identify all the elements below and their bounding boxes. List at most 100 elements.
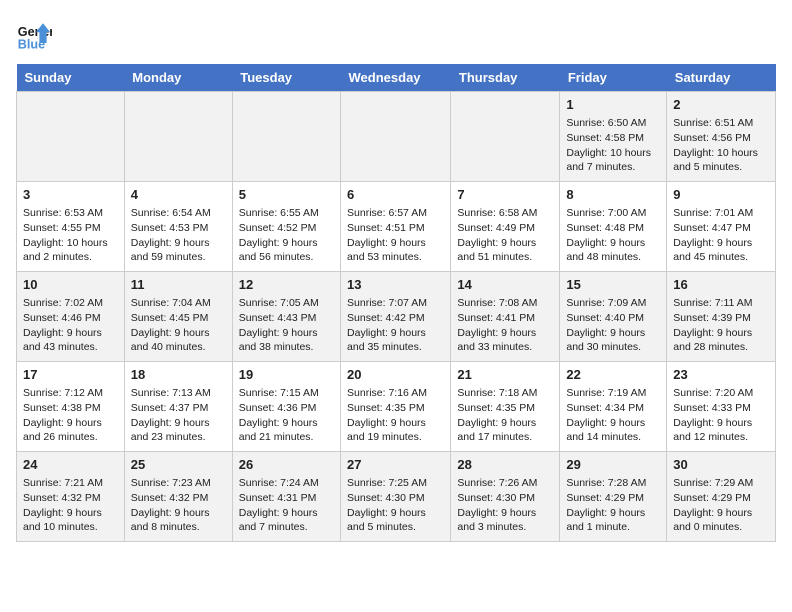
day-info: Sunrise: 7:00 AM Sunset: 4:48 PM Dayligh… (566, 206, 660, 265)
day-cell: 27 Sunrise: 7:25 AM Sunset: 4:30 PM Dayli… (341, 452, 451, 542)
day-number: 11 (131, 276, 226, 294)
day-cell (17, 92, 125, 182)
week-row-0: 1 Sunrise: 6:50 AM Sunset: 4:58 PM Daylig… (17, 92, 776, 182)
day-cell: 20 Sunrise: 7:16 AM Sunset: 4:35 PM Dayli… (341, 362, 451, 452)
week-row-4: 24 Sunrise: 7:21 AM Sunset: 4:32 PM Dayli… (17, 452, 776, 542)
day-info: Sunrise: 6:50 AM Sunset: 4:58 PM Dayligh… (566, 116, 660, 175)
day-info: Sunrise: 7:02 AM Sunset: 4:46 PM Dayligh… (23, 296, 118, 355)
weekday-thursday: Thursday (451, 64, 560, 92)
day-number: 1 (566, 96, 660, 114)
weekday-friday: Friday (560, 64, 667, 92)
day-cell: 19Sunrise: 7:15 AM Sunset: 4:36 PM Dayli… (232, 362, 340, 452)
day-cell: 12Sunrise: 7:05 AM Sunset: 4:43 PM Dayli… (232, 272, 340, 362)
day-number: 29 (566, 456, 660, 474)
day-cell: 10 Sunrise: 7:02 AM Sunset: 4:46 PM Dayli… (17, 272, 125, 362)
day-info: Sunrise: 6:57 AM Sunset: 4:51 PM Dayligh… (347, 206, 444, 265)
day-cell: 26 Sunrise: 7:24 AM Sunset: 4:31 PM Dayli… (232, 452, 340, 542)
day-info: Sunrise: 7:18 AM Sunset: 4:35 PM Dayligh… (457, 386, 553, 445)
day-info: Sunrise: 7:20 AM Sunset: 4:33 PM Dayligh… (673, 386, 769, 445)
day-info: Sunrise: 6:53 AM Sunset: 4:55 PM Dayligh… (23, 206, 118, 265)
calendar-table: SundayMondayTuesdayWednesdayThursdayFrid… (16, 64, 776, 542)
day-info: Sunrise: 7:26 AM Sunset: 4:30 PM Dayligh… (457, 476, 553, 535)
day-cell: 3 Sunrise: 6:53 AM Sunset: 4:55 PM Daylig… (17, 182, 125, 272)
day-info: Sunrise: 7:24 AM Sunset: 4:31 PM Dayligh… (239, 476, 334, 535)
day-number: 3 (23, 186, 118, 204)
day-cell (341, 92, 451, 182)
day-info: Sunrise: 7:08 AM Sunset: 4:41 PM Dayligh… (457, 296, 553, 355)
day-cell: 28 Sunrise: 7:26 AM Sunset: 4:30 PM Dayli… (451, 452, 560, 542)
day-cell: 7 Sunrise: 6:58 AM Sunset: 4:49 PM Daylig… (451, 182, 560, 272)
day-info: Sunrise: 6:54 AM Sunset: 4:53 PM Dayligh… (131, 206, 226, 265)
day-cell: 6Sunrise: 6:57 AM Sunset: 4:51 PM Daylig… (341, 182, 451, 272)
weekday-tuesday: Tuesday (232, 64, 340, 92)
day-info: Sunrise: 7:25 AM Sunset: 4:30 PM Dayligh… (347, 476, 444, 535)
day-number: 13 (347, 276, 444, 294)
day-cell: 17 Sunrise: 7:12 AM Sunset: 4:38 PM Dayli… (17, 362, 125, 452)
day-number: 17 (23, 366, 118, 384)
day-cell (232, 92, 340, 182)
day-number: 10 (23, 276, 118, 294)
day-info: Sunrise: 7:23 AM Sunset: 4:32 PM Dayligh… (131, 476, 226, 535)
day-cell: 5 Sunrise: 6:55 AM Sunset: 4:52 PM Daylig… (232, 182, 340, 272)
day-number: 12 (239, 276, 334, 294)
day-number: 4 (131, 186, 226, 204)
weekday-header-row: SundayMondayTuesdayWednesdayThursdayFrid… (17, 64, 776, 92)
day-number: 28 (457, 456, 553, 474)
day-number: 25 (131, 456, 226, 474)
day-cell (124, 92, 232, 182)
day-cell: 2 Sunrise: 6:51 AM Sunset: 4:56 PM Daylig… (667, 92, 776, 182)
day-number: 26 (239, 456, 334, 474)
day-number: 2 (673, 96, 769, 114)
day-cell (451, 92, 560, 182)
day-info: Sunrise: 7:04 AM Sunset: 4:45 PM Dayligh… (131, 296, 226, 355)
day-info: Sunrise: 7:11 AM Sunset: 4:39 PM Dayligh… (673, 296, 769, 355)
day-info: Sunrise: 7:19 AM Sunset: 4:34 PM Dayligh… (566, 386, 660, 445)
day-info: Sunrise: 7:16 AM Sunset: 4:35 PM Dayligh… (347, 386, 444, 445)
week-row-3: 17 Sunrise: 7:12 AM Sunset: 4:38 PM Dayli… (17, 362, 776, 452)
day-info: Sunrise: 7:29 AM Sunset: 4:29 PM Dayligh… (673, 476, 769, 535)
day-info: Sunrise: 6:58 AM Sunset: 4:49 PM Dayligh… (457, 206, 553, 265)
day-number: 27 (347, 456, 444, 474)
day-info: Sunrise: 7:01 AM Sunset: 4:47 PM Dayligh… (673, 206, 769, 265)
day-cell: 23 Sunrise: 7:20 AM Sunset: 4:33 PM Dayli… (667, 362, 776, 452)
week-row-1: 3 Sunrise: 6:53 AM Sunset: 4:55 PM Daylig… (17, 182, 776, 272)
day-number: 8 (566, 186, 660, 204)
day-number: 15 (566, 276, 660, 294)
day-cell: 21 Sunrise: 7:18 AM Sunset: 4:35 PM Dayli… (451, 362, 560, 452)
day-cell: 25 Sunrise: 7:23 AM Sunset: 4:32 PM Dayli… (124, 452, 232, 542)
day-number: 24 (23, 456, 118, 474)
day-number: 22 (566, 366, 660, 384)
day-info: Sunrise: 7:21 AM Sunset: 4:32 PM Dayligh… (23, 476, 118, 535)
day-info: Sunrise: 7:28 AM Sunset: 4:29 PM Dayligh… (566, 476, 660, 535)
day-number: 7 (457, 186, 553, 204)
day-number: 5 (239, 186, 334, 204)
day-cell: 13Sunrise: 7:07 AM Sunset: 4:42 PM Dayli… (341, 272, 451, 362)
day-cell: 4 Sunrise: 6:54 AM Sunset: 4:53 PM Daylig… (124, 182, 232, 272)
header: General Blue (16, 16, 776, 52)
weekday-monday: Monday (124, 64, 232, 92)
day-cell: 15Sunrise: 7:09 AM Sunset: 4:40 PM Dayli… (560, 272, 667, 362)
day-number: 14 (457, 276, 553, 294)
week-row-2: 10 Sunrise: 7:02 AM Sunset: 4:46 PM Dayli… (17, 272, 776, 362)
weekday-sunday: Sunday (17, 64, 125, 92)
day-cell: 30Sunrise: 7:29 AM Sunset: 4:29 PM Dayli… (667, 452, 776, 542)
day-info: Sunrise: 6:51 AM Sunset: 4:56 PM Dayligh… (673, 116, 769, 175)
day-cell: 8 Sunrise: 7:00 AM Sunset: 4:48 PM Daylig… (560, 182, 667, 272)
day-cell: 22 Sunrise: 7:19 AM Sunset: 4:34 PM Dayli… (560, 362, 667, 452)
day-cell: 18Sunrise: 7:13 AM Sunset: 4:37 PM Dayli… (124, 362, 232, 452)
day-number: 20 (347, 366, 444, 384)
day-number: 16 (673, 276, 769, 294)
day-number: 19 (239, 366, 334, 384)
day-info: Sunrise: 7:13 AM Sunset: 4:37 PM Dayligh… (131, 386, 226, 445)
day-cell: 9 Sunrise: 7:01 AM Sunset: 4:47 PM Daylig… (667, 182, 776, 272)
day-cell: 11 Sunrise: 7:04 AM Sunset: 4:45 PM Dayli… (124, 272, 232, 362)
logo-icon: General Blue (16, 16, 52, 52)
day-number: 23 (673, 366, 769, 384)
weekday-saturday: Saturday (667, 64, 776, 92)
day-info: Sunrise: 7:12 AM Sunset: 4:38 PM Dayligh… (23, 386, 118, 445)
day-number: 9 (673, 186, 769, 204)
day-number: 21 (457, 366, 553, 384)
day-info: Sunrise: 6:55 AM Sunset: 4:52 PM Dayligh… (239, 206, 334, 265)
day-cell: 16 Sunrise: 7:11 AM Sunset: 4:39 PM Dayli… (667, 272, 776, 362)
day-cell: 14 Sunrise: 7:08 AM Sunset: 4:41 PM Dayli… (451, 272, 560, 362)
